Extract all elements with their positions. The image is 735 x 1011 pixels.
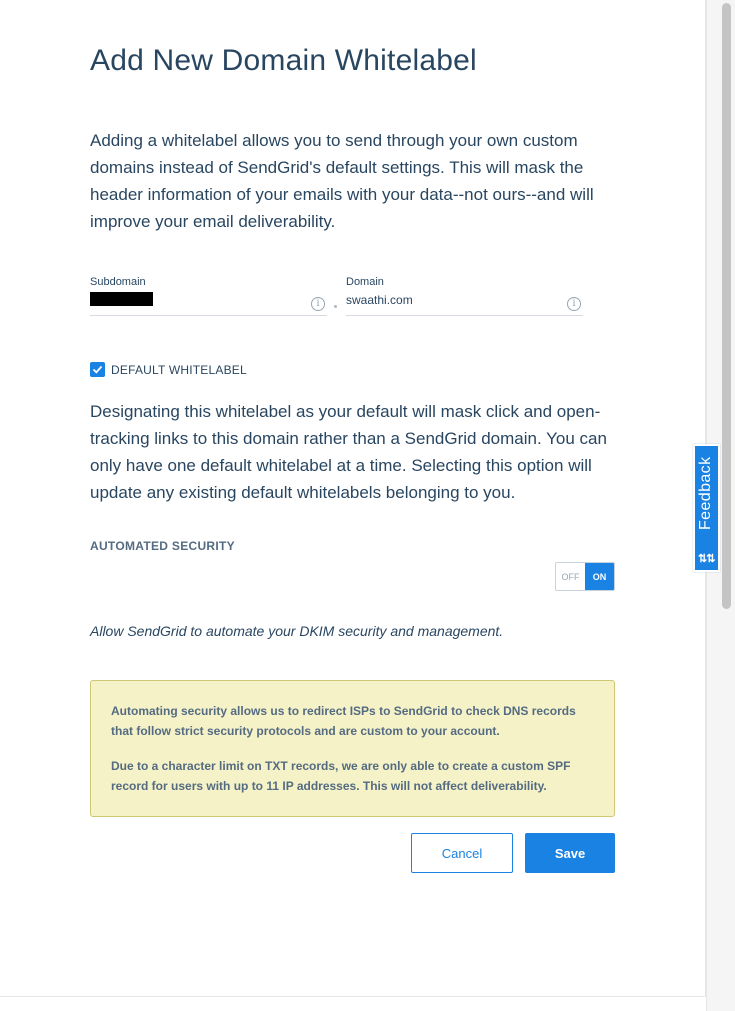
domain-label: Domain (346, 276, 384, 288)
sort-arrows-icon: ⇅⇅ (698, 553, 715, 565)
default-whitelabel-description: Designating this whitelabel as your defa… (90, 402, 607, 502)
redacted-value (90, 292, 153, 306)
checkmark-icon (92, 365, 103, 374)
domain-field[interactable]: swaathi.com i (346, 291, 583, 316)
subdomain-label: Subdomain (90, 276, 146, 288)
automated-security-heading: AUTOMATED SECURITY (90, 539, 235, 553)
subdomain-domain-separator (334, 305, 337, 308)
default-whitelabel-label[interactable]: DEFAULT WHITELABEL (111, 363, 247, 377)
feedback-label: Feedback (697, 456, 714, 530)
warning-paragraph: Due to a character limit on TXT records,… (111, 759, 571, 793)
save-button[interactable]: Save (525, 833, 615, 873)
toggle-off[interactable]: OFF (556, 563, 585, 590)
feedback-tab[interactable]: Feedback ⇅⇅ (693, 444, 720, 572)
domain-value: swaathi.com (346, 293, 413, 307)
warning-paragraph: Automating security allows us to redirec… (111, 704, 576, 738)
toggle-on[interactable]: ON (585, 563, 614, 590)
info-icon[interactable]: i (311, 297, 325, 311)
automated-security-warning: Automating security allows us to redirec… (90, 680, 615, 817)
info-icon[interactable]: i (567, 297, 581, 311)
default-whitelabel-checkbox[interactable] (90, 362, 105, 377)
subdomain-field[interactable]: i (90, 291, 327, 316)
page-title: Add New Domain Whitelabel (90, 44, 477, 77)
whitelabel-panel: Add New Domain Whitelabel Adding a white… (0, 0, 706, 997)
scrollbar-thumb[interactable] (722, 3, 731, 609)
intro-text: Adding a whitelabel allows you to send t… (90, 131, 594, 231)
automated-security-note: Allow SendGrid to automate your DKIM sec… (90, 623, 504, 639)
automated-security-toggle[interactable]: OFF ON (555, 562, 615, 591)
cancel-button[interactable]: Cancel (411, 833, 513, 873)
